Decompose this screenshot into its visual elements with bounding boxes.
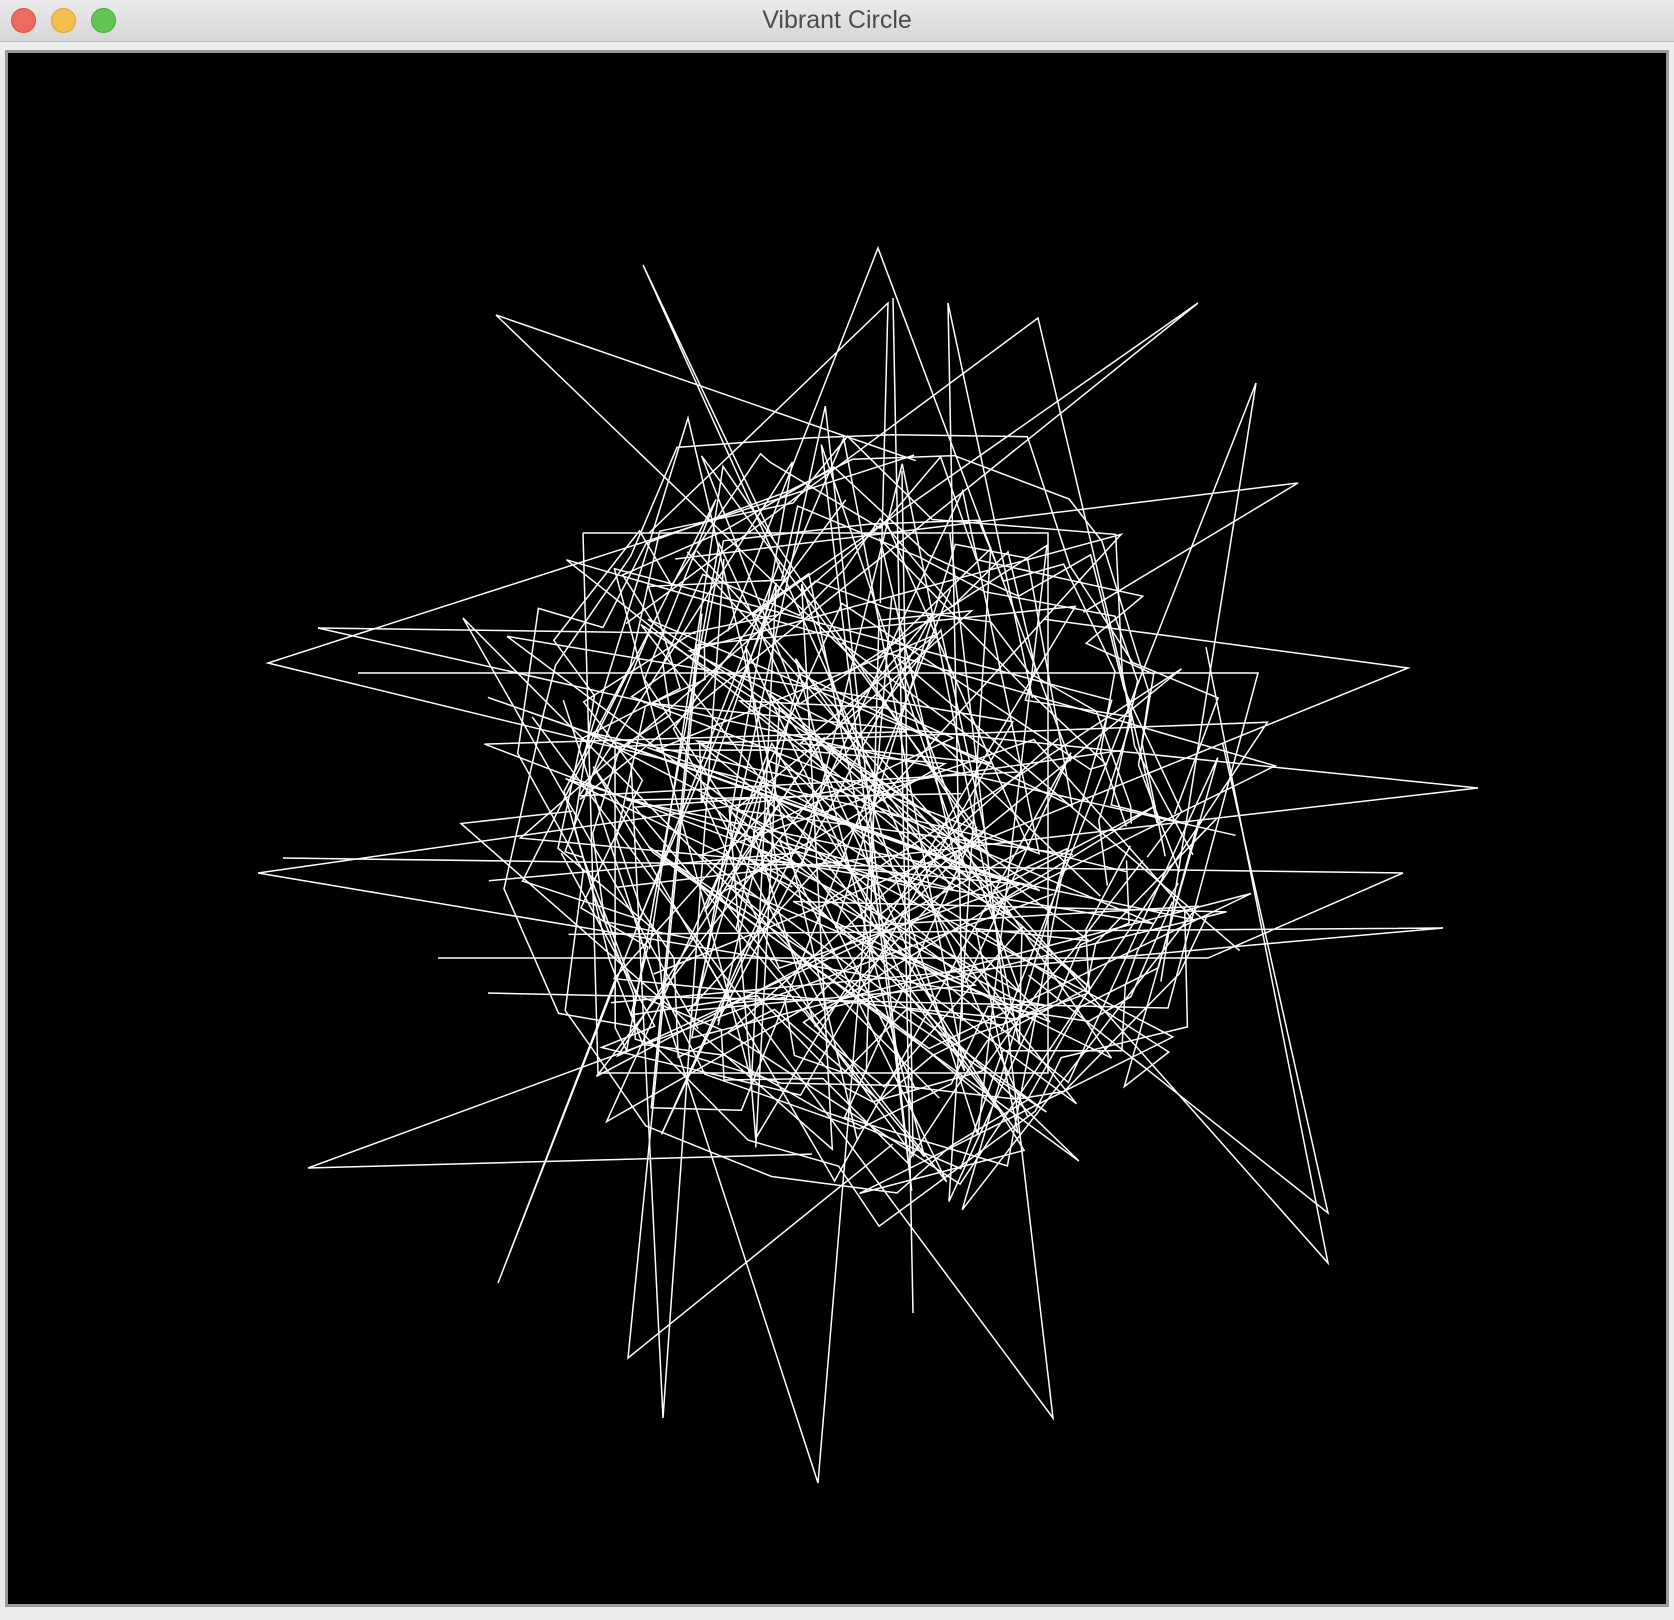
window-title: Vibrant Circle [762, 6, 912, 34]
title-bar[interactable]: Vibrant Circle [0, 0, 1674, 42]
drawing-canvas[interactable] [5, 50, 1669, 1607]
vibrant-circle-artwork [8, 53, 1666, 1604]
app-window: Vibrant Circle [0, 0, 1674, 1620]
